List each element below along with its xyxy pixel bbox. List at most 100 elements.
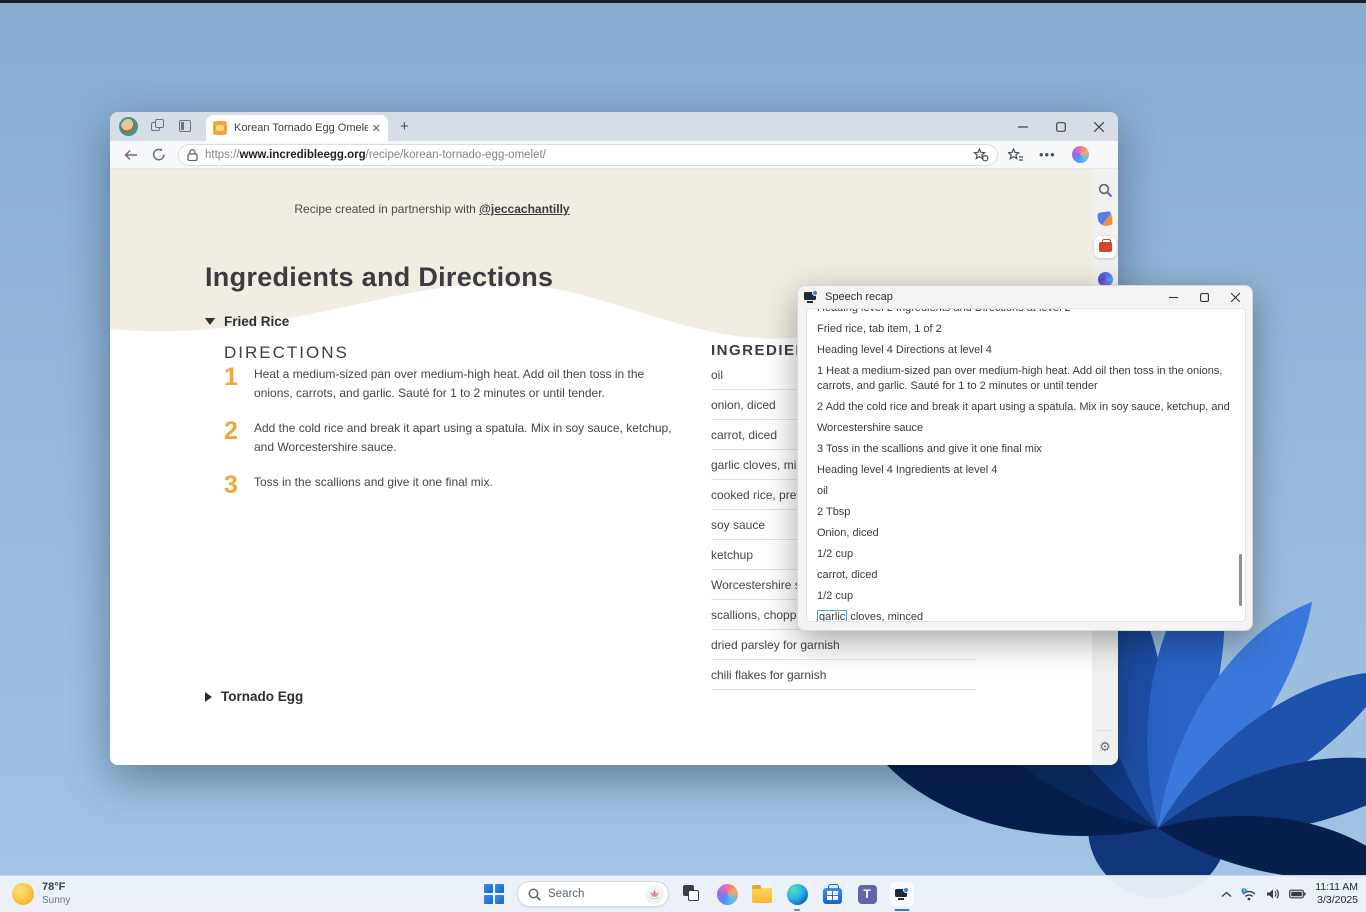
tab-actions-icon[interactable] (177, 118, 194, 135)
edge-icon (787, 884, 808, 905)
direction-step: 2 Add the cold rice and break it apart u… (224, 419, 672, 456)
direction-step: 1 Heat a medium-sized pan over medium-hi… (224, 365, 672, 402)
recap-line: 2 Tbsp (817, 505, 1235, 520)
battery-icon[interactable] (1289, 889, 1306, 899)
url-text: https://www.incredibleegg.org/recipe/kor… (205, 149, 973, 161)
taskbar: 78°F Sunny Search (0, 875, 1366, 912)
windows-logo-icon (484, 884, 504, 904)
sidebar-search-icon[interactable] (1098, 183, 1113, 198)
toolbox-active-highlight[interactable] (1094, 236, 1116, 258)
step-number: 3 (224, 473, 254, 498)
search-label: Search (548, 888, 645, 900)
start-button[interactable] (482, 882, 506, 906)
browser-window-controls (1004, 112, 1118, 141)
recap-line: carrot, diced (817, 568, 1235, 583)
speech-recap-titlebar[interactable]: Speech recap (798, 286, 1252, 308)
new-tab-button[interactable]: + (400, 118, 409, 135)
volume-icon[interactable] (1266, 888, 1280, 900)
maximize-button[interactable] (1042, 112, 1080, 141)
spoken-word-highlight: garlic (817, 610, 847, 622)
speech-recap-transcript[interactable]: Heading level 2 Ingredients and Directio… (806, 308, 1246, 622)
recap-line: Heading level 4 Ingredients at level 4 (817, 463, 1235, 478)
weather-temperature: 78°F (42, 881, 70, 894)
taskbar-search[interactable]: Search (517, 881, 669, 907)
scrollbar-thumb[interactable] (1239, 554, 1242, 606)
recap-line: oil (817, 484, 1235, 499)
close-button[interactable] (1231, 293, 1240, 302)
recap-line: Fried rice, tab item, 1 of 2 (817, 322, 1235, 337)
page-title: Ingredients and Directions (205, 262, 553, 293)
sidebar-settings-gear-icon[interactable]: ⚙ (1096, 730, 1114, 755)
tab-close-icon[interactable]: ✕ (372, 122, 381, 135)
directions-heading: DIRECTIONS (224, 343, 349, 363)
step-number: 1 (224, 365, 254, 402)
recap-line: 3 Toss in the scallions and give it one … (817, 442, 1235, 457)
minimize-button[interactable] (1004, 112, 1042, 141)
recap-line: Heading level 2 Ingredients and Directio… (817, 308, 1235, 316)
recap-line-highlighted: garlic cloves, minced (817, 610, 1235, 622)
site-info-icon[interactable] (187, 149, 198, 161)
system-tray: ? 11:11 AM 3/3/2025 (1221, 881, 1358, 907)
browser-toolbar: https://www.incredibleegg.org/recipe/kor… (110, 141, 1118, 169)
fried-rice-accordion[interactable]: Fried Rice (205, 314, 289, 329)
minimize-button[interactable] (1169, 293, 1178, 302)
recap-line: 1 Heat a medium-sized pan over medium-hi… (817, 364, 1235, 394)
profile-avatar[interactable] (119, 117, 138, 136)
running-indicator (794, 909, 800, 912)
close-button[interactable] (1080, 112, 1118, 141)
address-bar[interactable]: https://www.incredibleegg.org/recipe/kor… (178, 144, 998, 166)
search-icon (528, 888, 541, 901)
copilot-taskbar-button[interactable] (715, 882, 739, 906)
chevron-right-icon (205, 692, 212, 702)
refresh-icon[interactable] (152, 148, 166, 161)
copilot-icon[interactable] (1072, 146, 1089, 163)
sun-icon (12, 883, 34, 905)
direction-step: 3 Toss in the scallions and give it one … (224, 473, 672, 498)
more-options-icon[interactable]: ••• (1039, 147, 1056, 162)
speech-recap-title: Speech recap (825, 291, 893, 303)
task-view-button[interactable] (680, 882, 704, 906)
directions-list: 1 Heat a medium-sized pan over medium-hi… (224, 365, 672, 515)
partnership-link[interactable]: @jeccachantilly (479, 202, 569, 216)
active-indicator (895, 909, 910, 912)
folder-icon (752, 888, 772, 903)
tab-strip: Korean Tornado Egg Omelet - A ✕ + (110, 112, 1118, 141)
step-number: 2 (224, 419, 254, 456)
favorites-icon[interactable] (1008, 148, 1023, 162)
store-button[interactable] (820, 882, 844, 906)
back-icon[interactable] (124, 149, 138, 161)
recap-line: 1/2 cup (817, 589, 1235, 604)
tornado-egg-accordion[interactable]: Tornado Egg (205, 689, 303, 704)
recap-line: 1/2 cup (817, 547, 1235, 562)
recap-line: 2 Add the cold rice and break it apart u… (817, 400, 1235, 415)
screen-edge (0, 0, 1366, 3)
lotus-icon (648, 889, 661, 900)
toolbar-right-icons: ••• (1008, 146, 1089, 163)
speech-recap-taskbar-button[interactable] (890, 882, 914, 906)
browser-tab[interactable]: Korean Tornado Egg Omelet - A ✕ (206, 115, 388, 141)
narrator-app-icon (895, 888, 909, 900)
taskbar-center: Search T (482, 881, 914, 907)
wifi-icon[interactable]: ? (1241, 888, 1257, 901)
clock-date: 3/3/2025 (1315, 894, 1358, 907)
speech-recap-window: Speech recap Heading level 2 Ingredients… (797, 285, 1253, 631)
desktop: Korean Tornado Egg Omelet - A ✕ + (0, 0, 1366, 912)
bookmark-gear-icon[interactable] (973, 148, 989, 162)
ingredient-item: chili flakes for garnish (711, 660, 976, 690)
tab-title: Korean Tornado Egg Omelet - A (234, 122, 368, 134)
tray-chevron-up-icon[interactable] (1221, 891, 1232, 898)
recap-line: Worcestershire sauce (817, 421, 1235, 436)
search-highlight-badge (645, 885, 664, 904)
shopping-icon[interactable] (1098, 212, 1112, 226)
recap-line: Heading level 4 Directions at level 4 (817, 343, 1235, 358)
chevron-down-icon (205, 318, 215, 325)
ingredient-item: dried parsley for garnish (711, 630, 976, 660)
store-icon (823, 888, 842, 904)
edge-button[interactable] (785, 882, 809, 906)
workspaces-icon[interactable] (149, 118, 166, 135)
teams-button[interactable]: T (855, 882, 879, 906)
maximize-button[interactable] (1200, 293, 1209, 302)
weather-widget[interactable]: 78°F Sunny (12, 881, 70, 906)
clock[interactable]: 11:11 AM 3/3/2025 (1315, 881, 1358, 907)
file-explorer-button[interactable] (750, 882, 774, 906)
